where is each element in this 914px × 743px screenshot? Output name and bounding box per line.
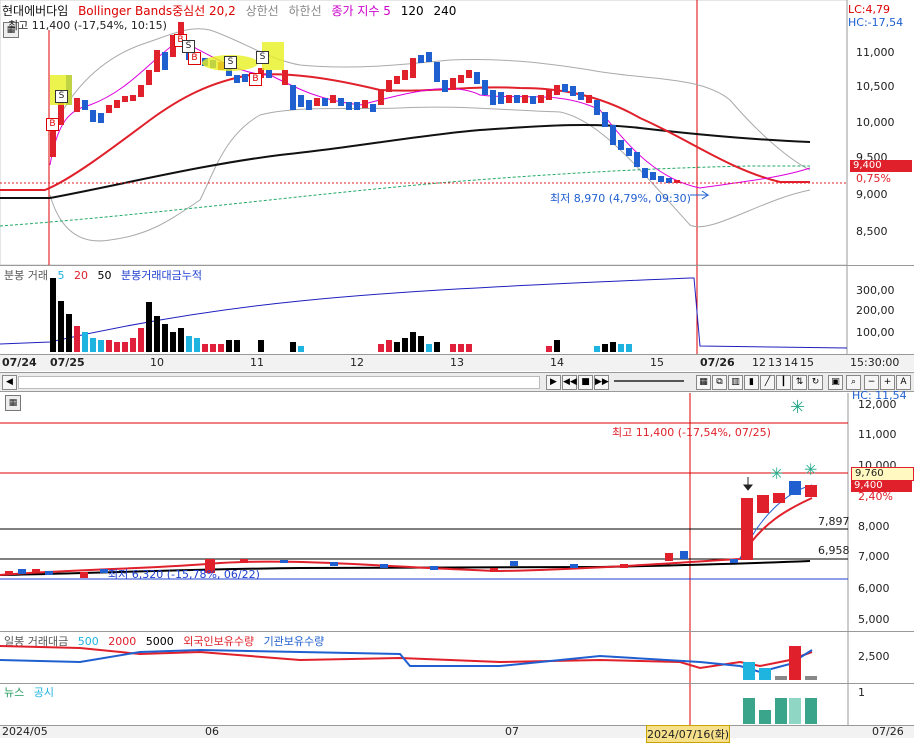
- bollinger-center-line: [0, 73, 810, 191]
- line-tool-icon[interactable]: ╱: [760, 375, 775, 390]
- volume-bars: [50, 278, 632, 352]
- x-15b: 15: [800, 356, 814, 369]
- by-12000: 12,000: [858, 398, 897, 411]
- top-x-axis: 07/24 07/25 10 11 12 13 14 15 07/26 12 1…: [0, 354, 914, 371]
- scrollbar-track[interactable]: [18, 376, 540, 389]
- down-arrow-icon: [742, 477, 754, 491]
- marker-b-4[interactable]: B: [249, 73, 262, 86]
- stop-icon[interactable]: ■: [578, 375, 593, 390]
- forward-icon[interactable]: ▶▶: [594, 375, 609, 390]
- vol-y-100: 100,00: [856, 326, 895, 339]
- level1-label: 7,897: [818, 515, 850, 528]
- news-pane[interactable]: 뉴스 공시 1: [0, 683, 914, 726]
- x-close-time: 15:30:00: [850, 356, 900, 369]
- y-label-10500: 10,500: [856, 80, 895, 93]
- x-0724: 07/24: [2, 356, 37, 369]
- star-3: ✳: [804, 460, 817, 479]
- zoom-in-icon[interactable]: +: [880, 375, 895, 390]
- star-2: ✳: [770, 464, 783, 483]
- low-label: 최저 8,970 (4,79%, 09:30): [550, 192, 691, 205]
- x-0726: 07/26: [700, 356, 735, 369]
- ma240-line: [0, 123, 811, 199]
- zoom-out-icon[interactable]: −: [864, 375, 879, 390]
- search-icon[interactable]: ⌕: [846, 375, 861, 390]
- by-11000: 11,000: [858, 428, 897, 441]
- vol-y-200: 200,00: [856, 304, 895, 317]
- x-14: 14: [550, 356, 564, 369]
- news-svg: [689, 684, 849, 726]
- x-12: 12: [350, 356, 364, 369]
- x-13b: 13: [768, 356, 782, 369]
- x-0725: 07/25: [50, 356, 85, 369]
- current-price-tag: 9,400: [850, 160, 912, 172]
- top-volume-svg: [0, 266, 848, 354]
- x-13: 13: [450, 356, 464, 369]
- upper-band-line: [49, 28, 811, 171]
- bottom-low-label: 최저 6,320 (-15,78%, 06/22): [108, 568, 260, 581]
- image-tool-icon[interactable]: ▣: [828, 375, 843, 390]
- bx-07: 07: [505, 725, 519, 738]
- candle-tool-icon[interactable]: ┃: [776, 375, 791, 390]
- copy-tool-icon[interactable]: ⧉: [712, 375, 727, 390]
- by-5000: 5,000: [858, 613, 890, 626]
- marker-s-2[interactable]: S: [182, 40, 195, 53]
- by-7000: 7,000: [858, 550, 890, 563]
- high-label: 최고 11,400 (-17,54%, 10:15): [8, 19, 167, 32]
- plot-frame: [0, 0, 848, 265]
- x-10: 10: [150, 356, 164, 369]
- compare-tool-icon[interactable]: ⇅: [792, 375, 807, 390]
- font-icon[interactable]: A: [896, 375, 911, 390]
- bx-2024-05: 2024/05: [2, 725, 48, 738]
- level2-label: 6,958: [818, 544, 850, 557]
- bx-06: 06: [205, 725, 219, 738]
- x-11: 11: [250, 356, 264, 369]
- chart-toolbar: ◀ ▶ ◀◀ ■ ▶▶ ▦ ⧉ ▥ ▮ ╱ ┃ ⇅ ↻ ▣ ⌕ − + A: [0, 372, 914, 392]
- top-candles: [50, 22, 680, 183]
- y-label-11000: 11,000: [856, 46, 895, 59]
- marker-b-3[interactable]: B: [188, 52, 201, 65]
- bottom-chart-area[interactable]: ▦ ✳ ✳ ✳ 최고 11,400 (-17,54%, 07/25) 최저 6,…: [0, 389, 914, 631]
- top-volume-pane[interactable]: 분봉 거래 5 20 50 분봉거래대금누적 300,00 200,00 100…: [0, 266, 914, 354]
- by-6000: 6,000: [858, 582, 890, 595]
- y-label-8500: 8,500: [856, 225, 888, 238]
- zoom-slider[interactable]: [614, 380, 684, 382]
- bottom-price-svg: ✳ ✳ ✳: [0, 393, 849, 631]
- marker-s-3[interactable]: S: [224, 56, 237, 69]
- scroll-left-icon[interactable]: ◀: [2, 375, 17, 390]
- low-arrow: [690, 190, 710, 200]
- rewind-icon[interactable]: ◀◀: [562, 375, 577, 390]
- bottom-price-tag-1: 9,760: [851, 467, 914, 481]
- current-pct-tag: 0,75%: [856, 172, 891, 185]
- refresh-tool-icon[interactable]: ↻: [808, 375, 823, 390]
- marker-b-1[interactable]: B: [46, 118, 59, 131]
- bx-cursor-date: 2024/07/16(화): [646, 725, 731, 743]
- marker-s-4[interactable]: S: [256, 51, 269, 64]
- by-8000: 8,000: [858, 520, 890, 533]
- bv-y-2500: 2,500: [858, 650, 890, 663]
- bottom-x-axis: 2024/05 06 07 2024/07/16(화) 07/26: [0, 725, 914, 743]
- top-chart-area[interactable]: ▦ 현대에버다임 Bollinger Bands중심선 20,2 상한선 하한선…: [0, 0, 914, 266]
- marker-s-1[interactable]: S: [55, 90, 68, 103]
- bottom-high-label: 최고 11,400 (-17,54%, 07/25): [612, 426, 771, 439]
- bottom-pct-tag: 2,40%: [858, 490, 893, 503]
- x-14b: 14: [784, 356, 798, 369]
- top-price-svg: [0, 0, 848, 265]
- y-label-9000: 9,000: [856, 188, 888, 201]
- x-15: 15: [650, 356, 664, 369]
- x-12b: 12: [752, 356, 766, 369]
- bottom-volume-pane[interactable]: 일봉 거래대금 500 2000 5000 외국인보유수량 기관보유수량 2,5…: [0, 631, 914, 684]
- grid-tool-icon[interactable]: ▦: [696, 375, 711, 390]
- star-1: ✳: [790, 397, 805, 418]
- y-label-10000: 10,000: [856, 116, 895, 129]
- bar-tool-icon[interactable]: ▮: [744, 375, 759, 390]
- play-icon[interactable]: ▶: [546, 375, 561, 390]
- news-y-1: 1: [858, 686, 865, 699]
- bottom-volume-svg: [0, 632, 849, 684]
- vol-y-300: 300,00: [856, 284, 895, 297]
- bx-0726: 07/26: [872, 725, 904, 738]
- layout-tool-icon[interactable]: ▥: [728, 375, 743, 390]
